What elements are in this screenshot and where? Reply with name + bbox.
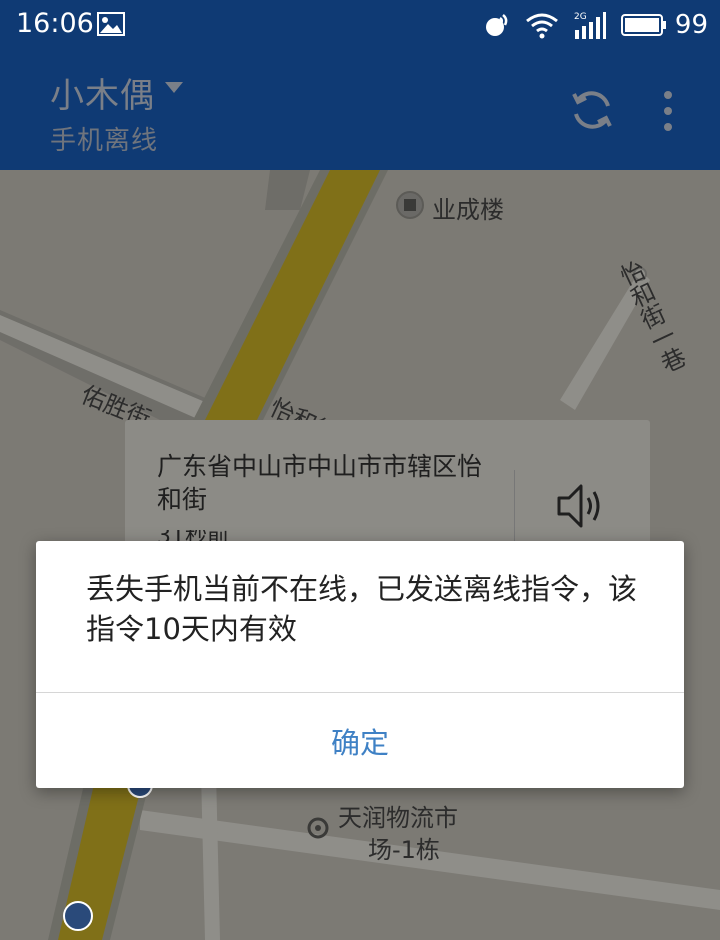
dropdown-arrow-icon[interactable] [165,82,183,93]
battery-icon [620,14,666,36]
speaker-icon[interactable] [555,480,607,532]
confirm-button[interactable]: 确定 [36,693,684,788]
offline-alert-dialog: 丢失手机当前不在线，已发送离线指令，该指令10天内有效 确定 [36,541,684,788]
device-name-title[interactable]: 小木偶 [50,68,155,117]
location-card: 广东省中山市中山市市辖区怡和街 31秒前 [125,420,650,545]
map-label-tianrun-line1: 天润物流市 [338,804,458,832]
vibrate-icon [485,14,508,36]
image-notification-icon [97,12,125,36]
location-address: 广东省中山市中山市市辖区怡和街 [157,452,483,514]
map-label-tianrun-line2: 场-1栋 [368,836,440,864]
more-options-icon[interactable] [658,90,678,132]
wifi-icon [525,13,558,39]
card-divider [514,470,515,545]
signal-icon: 2G [574,12,606,39]
status-time: 16:06 [16,8,94,39]
network-type-label: 2G [574,12,587,22]
device-status-subtitle: 手机离线 [50,126,159,156]
app-bar: 小木偶 手机离线 [0,50,720,170]
dialog-message: 丢失手机当前不在线，已发送离线指令，该指令10天内有效 [86,572,638,646]
map-label-yecheng: 业成楼 [432,196,504,224]
status-bar: 16:06 2G 99 [0,0,720,50]
battery-level: 99 [674,10,708,40]
refresh-icon[interactable] [568,86,616,134]
